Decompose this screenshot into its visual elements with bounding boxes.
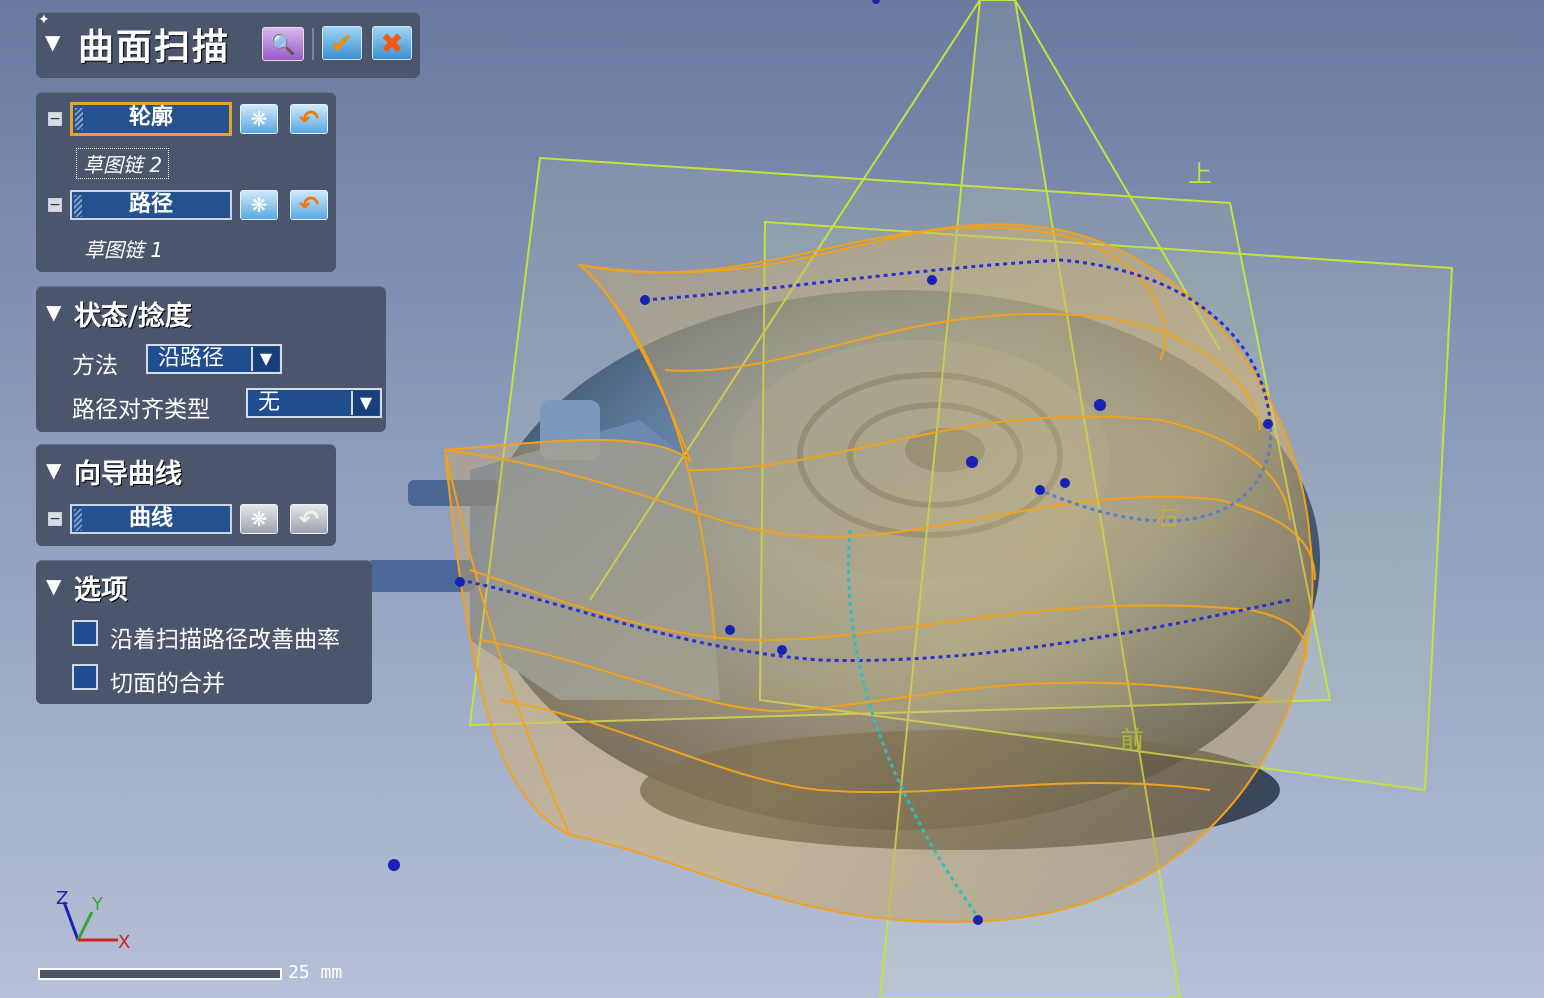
profile-select-all-button[interactable]: ❋ <box>240 104 278 134</box>
profile-selected-item[interactable]: 草图链 2 <box>76 148 170 179</box>
axis-triad: Z Y X <box>56 888 130 953</box>
guide-curve-label: 曲线 <box>128 506 173 531</box>
axis-y-label: Y <box>91 894 104 915</box>
magnifier-icon: 🔍 <box>270 32 296 56</box>
path-select-field[interactable]: 路径 <box>70 190 232 220</box>
profile-undo-button[interactable]: ↶ <box>290 104 328 134</box>
path-selected-item[interactable]: 草图链 1 <box>84 234 163 263</box>
select-pattern-icon: ❋ <box>250 507 268 531</box>
divider <box>312 28 314 60</box>
align-type-label: 路径对齐类型 <box>72 397 210 423</box>
undo-icon: ↶ <box>298 105 320 133</box>
guide-select-all-button[interactable]: ❋ <box>240 504 278 534</box>
improve-curvature-checkbox[interactable] <box>72 620 98 646</box>
align-type-dropdown[interactable]: 无 ▼ <box>246 388 382 418</box>
plane-label-front: 前 <box>1120 726 1144 754</box>
axis-z-label: Z <box>56 888 68 909</box>
close-icon: ✖ <box>380 26 404 60</box>
ok-button[interactable]: ✔ <box>322 26 362 60</box>
scale-label: 25 mm <box>288 962 343 983</box>
preview-button[interactable]: 🔍 <box>262 27 304 61</box>
undo-icon: ↶ <box>298 191 320 219</box>
checkmark-icon: ✔ <box>330 26 354 60</box>
dropdown-arrow-icon: ▼ <box>351 391 379 415</box>
profile-select-field[interactable]: 轮廓 <box>70 102 232 136</box>
plane-label-top: 上 <box>1188 160 1212 188</box>
hatch-icon <box>75 108 83 130</box>
method-value: 沿路径 <box>158 346 225 371</box>
cancel-button[interactable]: ✖ <box>372 26 412 60</box>
guide-section-title: 向导曲线 <box>74 459 182 490</box>
method-dropdown[interactable]: 沿路径 ▼ <box>146 344 282 374</box>
state-collapse-arrow-icon[interactable]: ▼ <box>46 300 61 324</box>
improve-curvature-label: 沿着扫描路径改善曲率 <box>110 627 340 653</box>
state-section-title: 状态/捻度 <box>74 301 192 332</box>
profile-collapse-icon[interactable]: − <box>48 112 62 126</box>
tangent-merge-label: 切面的合并 <box>110 671 225 697</box>
scale-bar <box>38 968 282 980</box>
guide-collapse-arrow-icon[interactable]: ▼ <box>46 458 61 482</box>
hatch-icon <box>74 509 82 531</box>
align-type-value: 无 <box>258 390 281 415</box>
path-undo-button[interactable]: ↶ <box>290 190 328 220</box>
select-pattern-icon: ❋ <box>250 107 268 131</box>
options-section-title: 选项 <box>74 575 128 606</box>
undo-icon: ↶ <box>298 505 320 533</box>
hatch-icon <box>74 195 82 217</box>
collapse-arrow-icon[interactable]: ▼ <box>45 30 60 54</box>
guide-undo-button[interactable]: ↶ <box>290 504 328 534</box>
select-pattern-icon: ❋ <box>250 193 268 217</box>
path-field-label: 路径 <box>128 192 173 217</box>
pin-icon[interactable]: ✦ <box>38 12 50 28</box>
options-collapse-arrow-icon[interactable]: ▼ <box>46 574 61 598</box>
dropdown-arrow-icon: ▼ <box>251 347 279 371</box>
tangent-merge-checkbox[interactable] <box>72 664 98 690</box>
profile-field-label: 轮廓 <box>128 105 173 130</box>
path-collapse-icon[interactable]: − <box>48 198 62 212</box>
method-label: 方法 <box>72 353 118 379</box>
guide-curve-collapse-icon[interactable]: − <box>48 512 62 526</box>
panel-title: 曲面扫描 <box>78 27 231 68</box>
path-select-all-button[interactable]: ❋ <box>240 190 278 220</box>
axis-x-label: X <box>118 932 130 953</box>
plane-label-right: 右 <box>1155 503 1179 531</box>
guide-curve-select-field[interactable]: 曲线 <box>70 504 232 534</box>
